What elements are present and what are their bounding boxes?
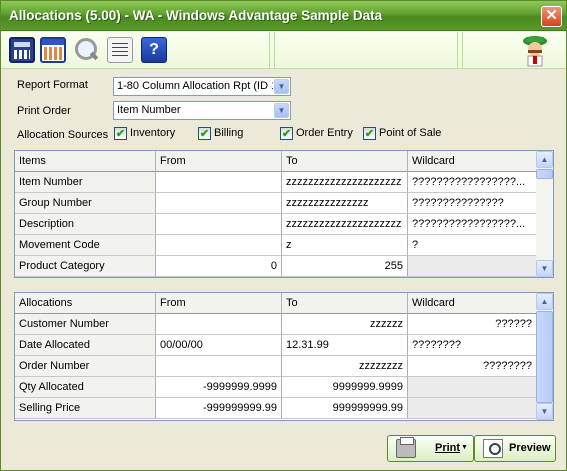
table-cell[interactable]: ???????? — [408, 335, 537, 356]
title-bar[interactable]: Allocations (5.00) - WA - Windows Advant… — [1, 1, 566, 31]
checkbox-check-icon: ✔ — [363, 127, 376, 140]
checkbox-check-icon: ✔ — [198, 127, 211, 140]
row-label: Order Number — [15, 356, 156, 377]
table-cell[interactable]: 9999999.9999 — [282, 377, 408, 398]
report-format-select[interactable]: 1-80 Column Allocation Rpt (ID 1 ▼ — [113, 77, 291, 96]
toolbar-separator — [269, 32, 270, 69]
printer-icon — [396, 437, 416, 458]
column-header: Wildcard — [408, 151, 537, 172]
row-label: Selling Price — [15, 398, 156, 419]
column-header: From — [156, 293, 282, 314]
inventory-checkbox-label: Inventory — [130, 127, 176, 139]
table-cell[interactable]: ?????????????????... — [408, 214, 537, 235]
items-scrollbar[interactable]: ▲ ▼ — [536, 151, 553, 277]
preview-button-label: Preview — [509, 442, 551, 454]
scroll-down-button[interactable]: ▼ — [536, 403, 553, 420]
allocation-sources-label: Allocation Sources — [17, 129, 109, 141]
print-order-value: Item Number — [117, 104, 181, 116]
print-button-label: Print — [435, 442, 461, 454]
allocations-window: Allocations (5.00) - WA - Windows Advant… — [0, 0, 567, 471]
table-cell[interactable] — [156, 356, 282, 377]
mascot-icon — [523, 36, 547, 67]
print-order-label: Print Order — [17, 105, 71, 117]
column-header: From — [156, 151, 282, 172]
row-label: Product Category — [15, 256, 156, 277]
toolbar: ? — [1, 32, 566, 69]
table-cell[interactable]: 255 — [282, 256, 408, 277]
row-label: Description — [15, 214, 156, 235]
allocations-grid: Allocations From To Wildcard Customer Number… — [14, 292, 554, 421]
print-button[interactable]: Print ▼ — [387, 435, 474, 462]
report-format-label: Report Format — [17, 79, 88, 91]
table-cell[interactable]: ?????????????????... — [408, 172, 537, 193]
column-header: To — [282, 293, 408, 314]
row-label: Customer Number — [15, 314, 156, 335]
find-icon[interactable] — [73, 37, 99, 63]
billing-checkbox-label: Billing — [214, 127, 244, 139]
table-cell[interactable] — [156, 235, 282, 256]
table-cell[interactable]: -999999999.99 — [156, 398, 282, 419]
report-format-value: 1-80 Column Allocation Rpt (ID 1 — [117, 80, 273, 92]
help-icon[interactable]: ? — [141, 37, 167, 63]
chevron-down-icon[interactable]: ▼ — [274, 103, 289, 118]
table-cell[interactable]: 999999999.99 — [282, 398, 408, 419]
scroll-thumb[interactable] — [536, 311, 553, 403]
preview-button[interactable]: Preview — [474, 435, 556, 462]
table-cell[interactable]: z — [282, 235, 408, 256]
items-grid: Items From To Wildcard Item Number zzzzzzzzzz… — [14, 150, 554, 278]
toolbar-separator — [457, 32, 458, 69]
scroll-down-button[interactable]: ▼ — [536, 260, 553, 277]
scroll-thumb[interactable] — [536, 169, 553, 179]
table-cell[interactable]: ???????? — [408, 356, 537, 377]
row-label: Item Number — [15, 172, 156, 193]
table-cell[interactable] — [408, 377, 537, 398]
table-cell[interactable]: ??????????????? — [408, 193, 537, 214]
table-cell[interactable]: zzzzzz — [282, 314, 408, 335]
table-cell[interactable] — [408, 398, 537, 419]
row-label: Movement Code — [15, 235, 156, 256]
table-cell[interactable]: ? — [408, 235, 537, 256]
preview-icon — [483, 439, 503, 458]
order-entry-checkbox-label: Order Entry — [296, 127, 353, 139]
chevron-down-icon[interactable]: ▼ — [274, 79, 289, 94]
table-cell[interactable]: ?????? — [408, 314, 537, 335]
table-cell[interactable]: -9999999.9999 — [156, 377, 282, 398]
table-cell[interactable]: 00/00/00 — [156, 335, 282, 356]
table-cell[interactable]: zzzzzzzzzzzzzzzzzzzzz — [282, 172, 408, 193]
column-header: Allocations — [15, 293, 156, 314]
notes-icon[interactable] — [107, 37, 133, 63]
table-cell[interactable] — [156, 172, 282, 193]
checkbox-check-icon: ✔ — [280, 127, 293, 140]
window-title: Allocations (5.00) - WA - Windows Advant… — [9, 8, 383, 23]
row-label: Group Number — [15, 193, 156, 214]
table-cell[interactable] — [156, 214, 282, 235]
close-button[interactable]: ✕ — [541, 6, 562, 27]
column-header: Items — [15, 151, 156, 172]
table-cell[interactable] — [156, 314, 282, 335]
table-cell[interactable] — [156, 193, 282, 214]
toolbar-separator — [274, 32, 275, 69]
table-cell[interactable]: zzzzzzzzzzzzzzzzzzzzz — [282, 214, 408, 235]
scroll-up-button[interactable]: ▲ — [536, 151, 553, 168]
table-cell[interactable]: 0 — [156, 256, 282, 277]
column-header: Wildcard — [408, 293, 537, 314]
calculator-icon[interactable] — [9, 37, 35, 63]
table-cell[interactable]: zzzzzzzzzzzzzzz — [282, 193, 408, 214]
scroll-up-button[interactable]: ▲ — [536, 293, 553, 310]
row-label: Date Allocated — [15, 335, 156, 356]
print-order-select[interactable]: Item Number ▼ — [113, 101, 291, 120]
checkbox-check-icon: ✔ — [114, 127, 127, 140]
toolbar-separator — [462, 32, 463, 69]
column-header: To — [282, 151, 408, 172]
print-dropdown-icon[interactable]: ▼ — [461, 444, 468, 451]
point-of-sale-checkbox-label: Point of Sale — [379, 127, 442, 139]
allocations-scrollbar[interactable]: ▲ ▼ — [536, 293, 553, 420]
table-cell[interactable]: 12.31.99 — [282, 335, 408, 356]
table-cell[interactable] — [408, 256, 537, 277]
row-label: Qty Allocated — [15, 377, 156, 398]
table-cell[interactable]: zzzzzzzz — [282, 356, 408, 377]
calendar-icon[interactable] — [40, 37, 66, 63]
